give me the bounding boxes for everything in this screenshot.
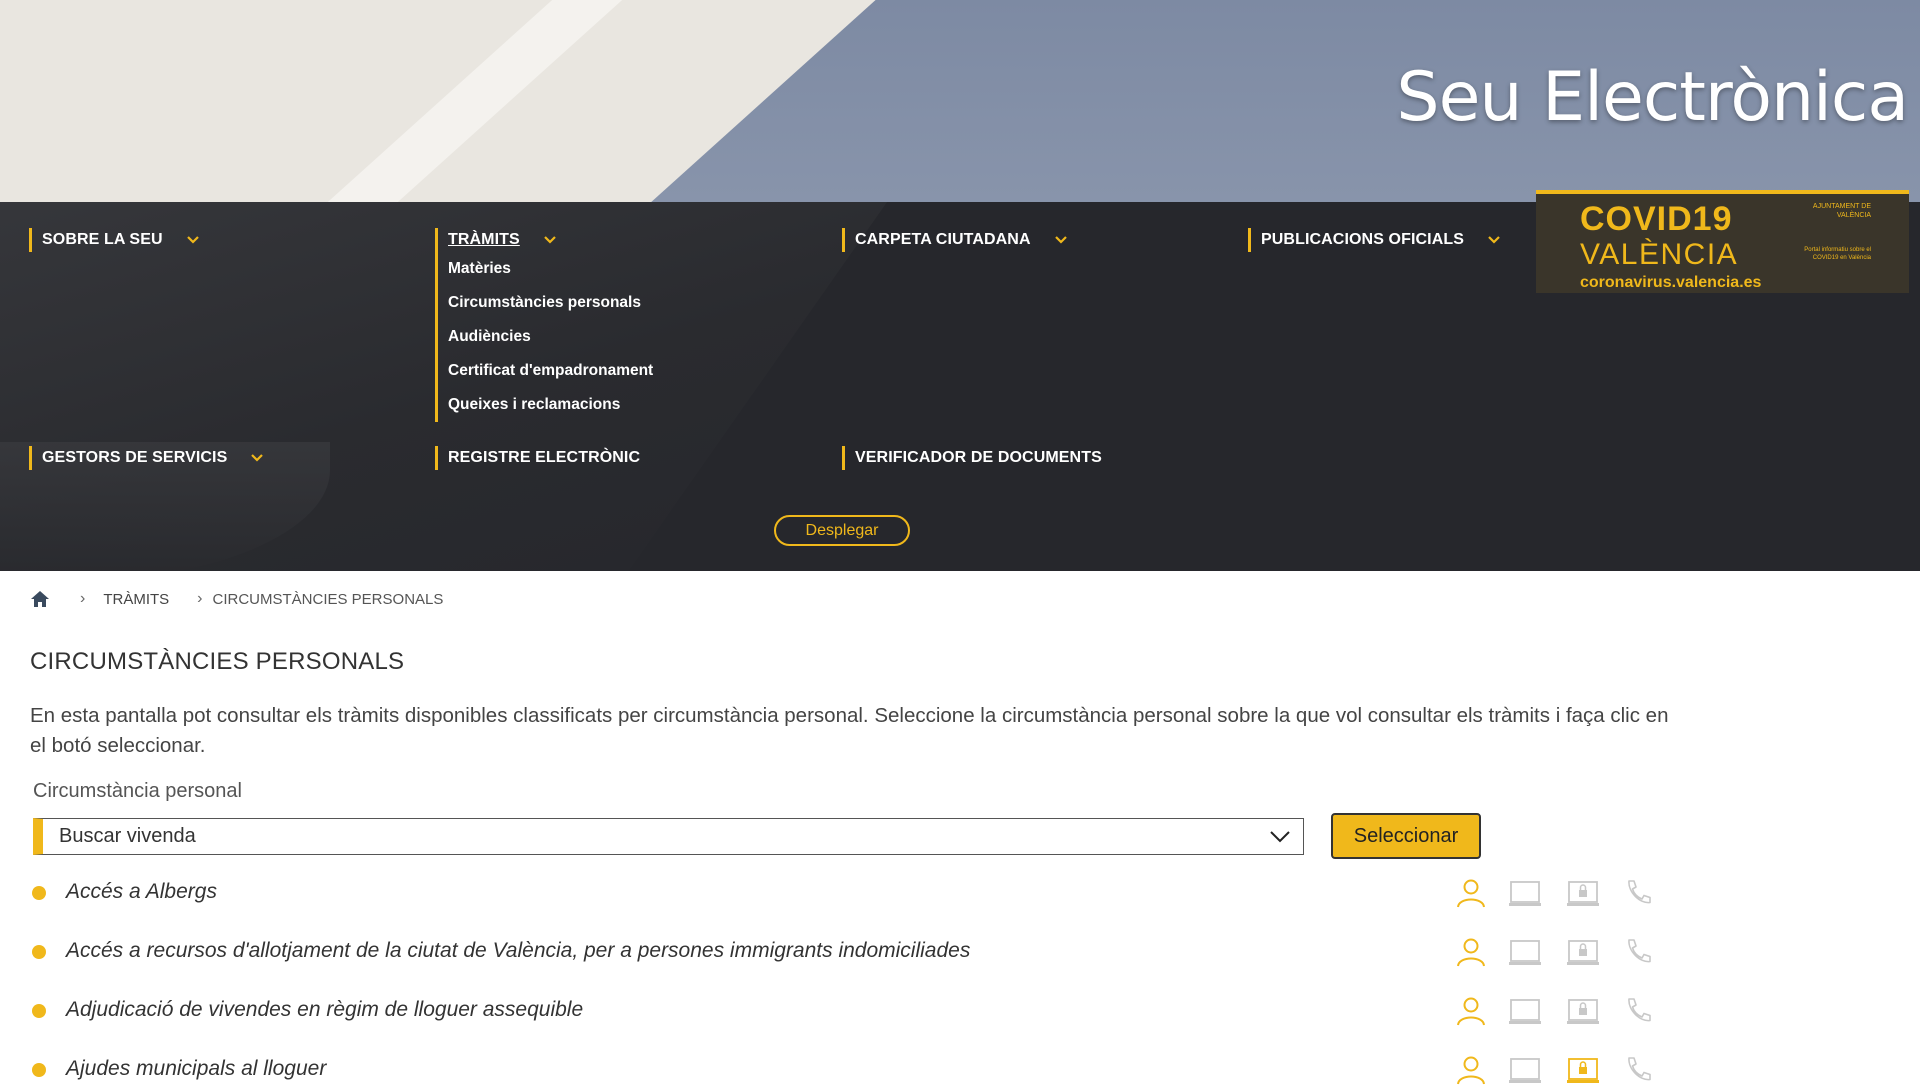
nav-item-sobre-la-seu[interactable]: SOBRE LA SEU bbox=[29, 228, 201, 252]
submenu-item-circumstancies[interactable]: Circumstàncies personals bbox=[448, 286, 653, 320]
covid-banner-url: coronavirus.valencia.es bbox=[1580, 274, 1762, 291]
nav-col-registre: REGISTRE ELECTRÒNIC bbox=[435, 446, 640, 470]
chevron-down-icon[interactable] bbox=[1053, 232, 1069, 248]
phone-icon bbox=[1622, 878, 1654, 908]
expand-menu-button[interactable]: Desplegar bbox=[774, 515, 910, 546]
nav-col-carpeta: CARPETA CIUTADANA bbox=[842, 228, 1069, 252]
phone-icon bbox=[1622, 996, 1654, 1026]
nav-item-label: TRÀMITS bbox=[448, 231, 520, 248]
phone-icon bbox=[1622, 937, 1654, 967]
lock-screen-icon[interactable] bbox=[1567, 1055, 1599, 1085]
page-intro: En esta pantalla pot consultar els tràmi… bbox=[30, 704, 1669, 757]
person-icon[interactable] bbox=[1455, 1055, 1487, 1085]
breadcrumb-current: CIRCUMSTÀNCIES PERSONALS bbox=[212, 590, 444, 608]
nav-item-label: REGISTRE ELECTRÒNIC bbox=[448, 449, 641, 466]
person-icon[interactable] bbox=[1455, 878, 1487, 908]
covid-banner-city: VALÈNCIA bbox=[1580, 238, 1739, 271]
bullet-icon bbox=[32, 1004, 46, 1018]
nav-item-publicacions-oficials[interactable]: PUBLICACIONS OFICIALS bbox=[1248, 228, 1502, 252]
list-item: Accés a recursos d'allotjament de la ciu… bbox=[30, 937, 1670, 967]
header-banner: Seu Electrònica bbox=[0, 0, 1920, 202]
covid-banner-title: COVID19 bbox=[1580, 200, 1733, 238]
breadcrumb-tramits[interactable]: TRÀMITS bbox=[103, 591, 169, 608]
submenu-item-empadronament[interactable]: Certificat d'empadronament bbox=[448, 354, 653, 388]
nav-item-label: PUBLICACIONS OFICIALS bbox=[1261, 231, 1464, 248]
procedure-link[interactable]: Accés a Albergs bbox=[66, 880, 217, 904]
home-icon[interactable] bbox=[30, 590, 50, 608]
circumstance-label: Circumstància personal bbox=[33, 780, 242, 802]
chevron-down-icon[interactable] bbox=[542, 232, 558, 248]
nav-col-tramits: TRÀMITS Matèries Circumstàncies personal… bbox=[435, 228, 653, 422]
chevron-down-icon[interactable] bbox=[249, 450, 265, 466]
nav-item-label: VERIFICADOR DE DOCUMENTS bbox=[855, 449, 1102, 466]
nav-item-registre-electronic[interactable]: REGISTRE ELECTRÒNIC bbox=[435, 446, 640, 470]
covid-banner-link[interactable]: COVID19 VALÈNCIA coronavirus.valencia.es… bbox=[1536, 190, 1909, 293]
nav-item-label: SOBRE LA SEU bbox=[42, 231, 163, 248]
nav-col-publicacions: PUBLICACIONS OFICIALS bbox=[1248, 228, 1502, 252]
breadcrumb-separator: › bbox=[197, 590, 203, 607]
chevron-down-icon[interactable] bbox=[185, 232, 201, 248]
person-icon[interactable] bbox=[1455, 937, 1487, 967]
lock-screen-icon bbox=[1567, 937, 1599, 967]
laptop-icon bbox=[1509, 937, 1541, 967]
lock-screen-icon bbox=[1567, 878, 1599, 908]
ajuntament-logo: AJUNTAMENT DE VALÈNCIA bbox=[1812, 203, 1871, 219]
bullet-icon bbox=[32, 945, 46, 959]
nav-item-tramits[interactable]: TRÀMITS bbox=[435, 228, 653, 252]
procedure-link[interactable]: Ajudes municipals al lloguer bbox=[66, 1057, 326, 1081]
laptop-icon bbox=[1509, 878, 1541, 908]
nav-col-verificador: VERIFICADOR DE DOCUMENTS bbox=[842, 446, 1102, 470]
submenu-item-queixes[interactable]: Queixes i reclamacions bbox=[448, 388, 653, 422]
nav-col-sobre: SOBRE LA SEU bbox=[29, 228, 201, 252]
circumstance-select-value: Buscar vivenda bbox=[59, 825, 196, 847]
laptop-icon bbox=[1509, 1055, 1541, 1085]
lock-screen-icon bbox=[1567, 996, 1599, 1026]
person-icon[interactable] bbox=[1455, 996, 1487, 1026]
breadcrumb-separator: › bbox=[80, 590, 86, 607]
covid-banner-note: Portal informatiu sobre el COVID19 en Va… bbox=[1804, 247, 1871, 261]
select-button[interactable]: Seleccionar bbox=[1331, 813, 1481, 859]
phone-icon bbox=[1622, 1055, 1654, 1085]
tramits-submenu: Matèries Circumstàncies personals Audièn… bbox=[435, 252, 653, 422]
circumstance-select[interactable]: Buscar vivenda bbox=[33, 818, 1304, 855]
bullet-icon bbox=[32, 886, 46, 900]
nav-item-gestors-de-servicis[interactable]: GESTORS DE SERVICIS bbox=[29, 446, 265, 470]
page-title: CIRCUMSTÀNCIES PERSONALS bbox=[30, 648, 405, 675]
breadcrumb: › TRÀMITS › CIRCUMSTÀNCIES PERSONALS bbox=[30, 590, 443, 608]
nav-item-carpeta-ciutadana[interactable]: CARPETA CIUTADANA bbox=[842, 228, 1069, 252]
nav-item-verificador-documents[interactable]: VERIFICADOR DE DOCUMENTS bbox=[842, 446, 1102, 470]
procedure-link[interactable]: Accés a recursos d'allotjament de la ciu… bbox=[66, 939, 970, 963]
bullet-icon bbox=[32, 1063, 46, 1077]
nav-item-label: GESTORS DE SERVICIS bbox=[42, 449, 228, 466]
nav-col-gestors: GESTORS DE SERVICIS bbox=[29, 446, 265, 470]
nav-item-label: CARPETA CIUTADANA bbox=[855, 231, 1031, 248]
chevron-down-icon bbox=[1270, 831, 1290, 843]
list-item: Adjudicació de vivendes en règim de llog… bbox=[30, 996, 1670, 1026]
laptop-icon bbox=[1509, 996, 1541, 1026]
list-item: Accés a Albergs bbox=[30, 878, 1670, 908]
list-item: Ajudes municipals al lloguer bbox=[30, 1055, 1670, 1085]
site-title[interactable]: Seu Electrònica bbox=[1396, 58, 1909, 137]
submenu-item-audiencies[interactable]: Audiències bbox=[448, 320, 653, 354]
submenu-item-materies[interactable]: Matèries bbox=[448, 252, 653, 286]
procedure-link[interactable]: Adjudicació de vivendes en règim de llog… bbox=[66, 998, 583, 1022]
chevron-down-icon[interactable] bbox=[1486, 232, 1502, 248]
